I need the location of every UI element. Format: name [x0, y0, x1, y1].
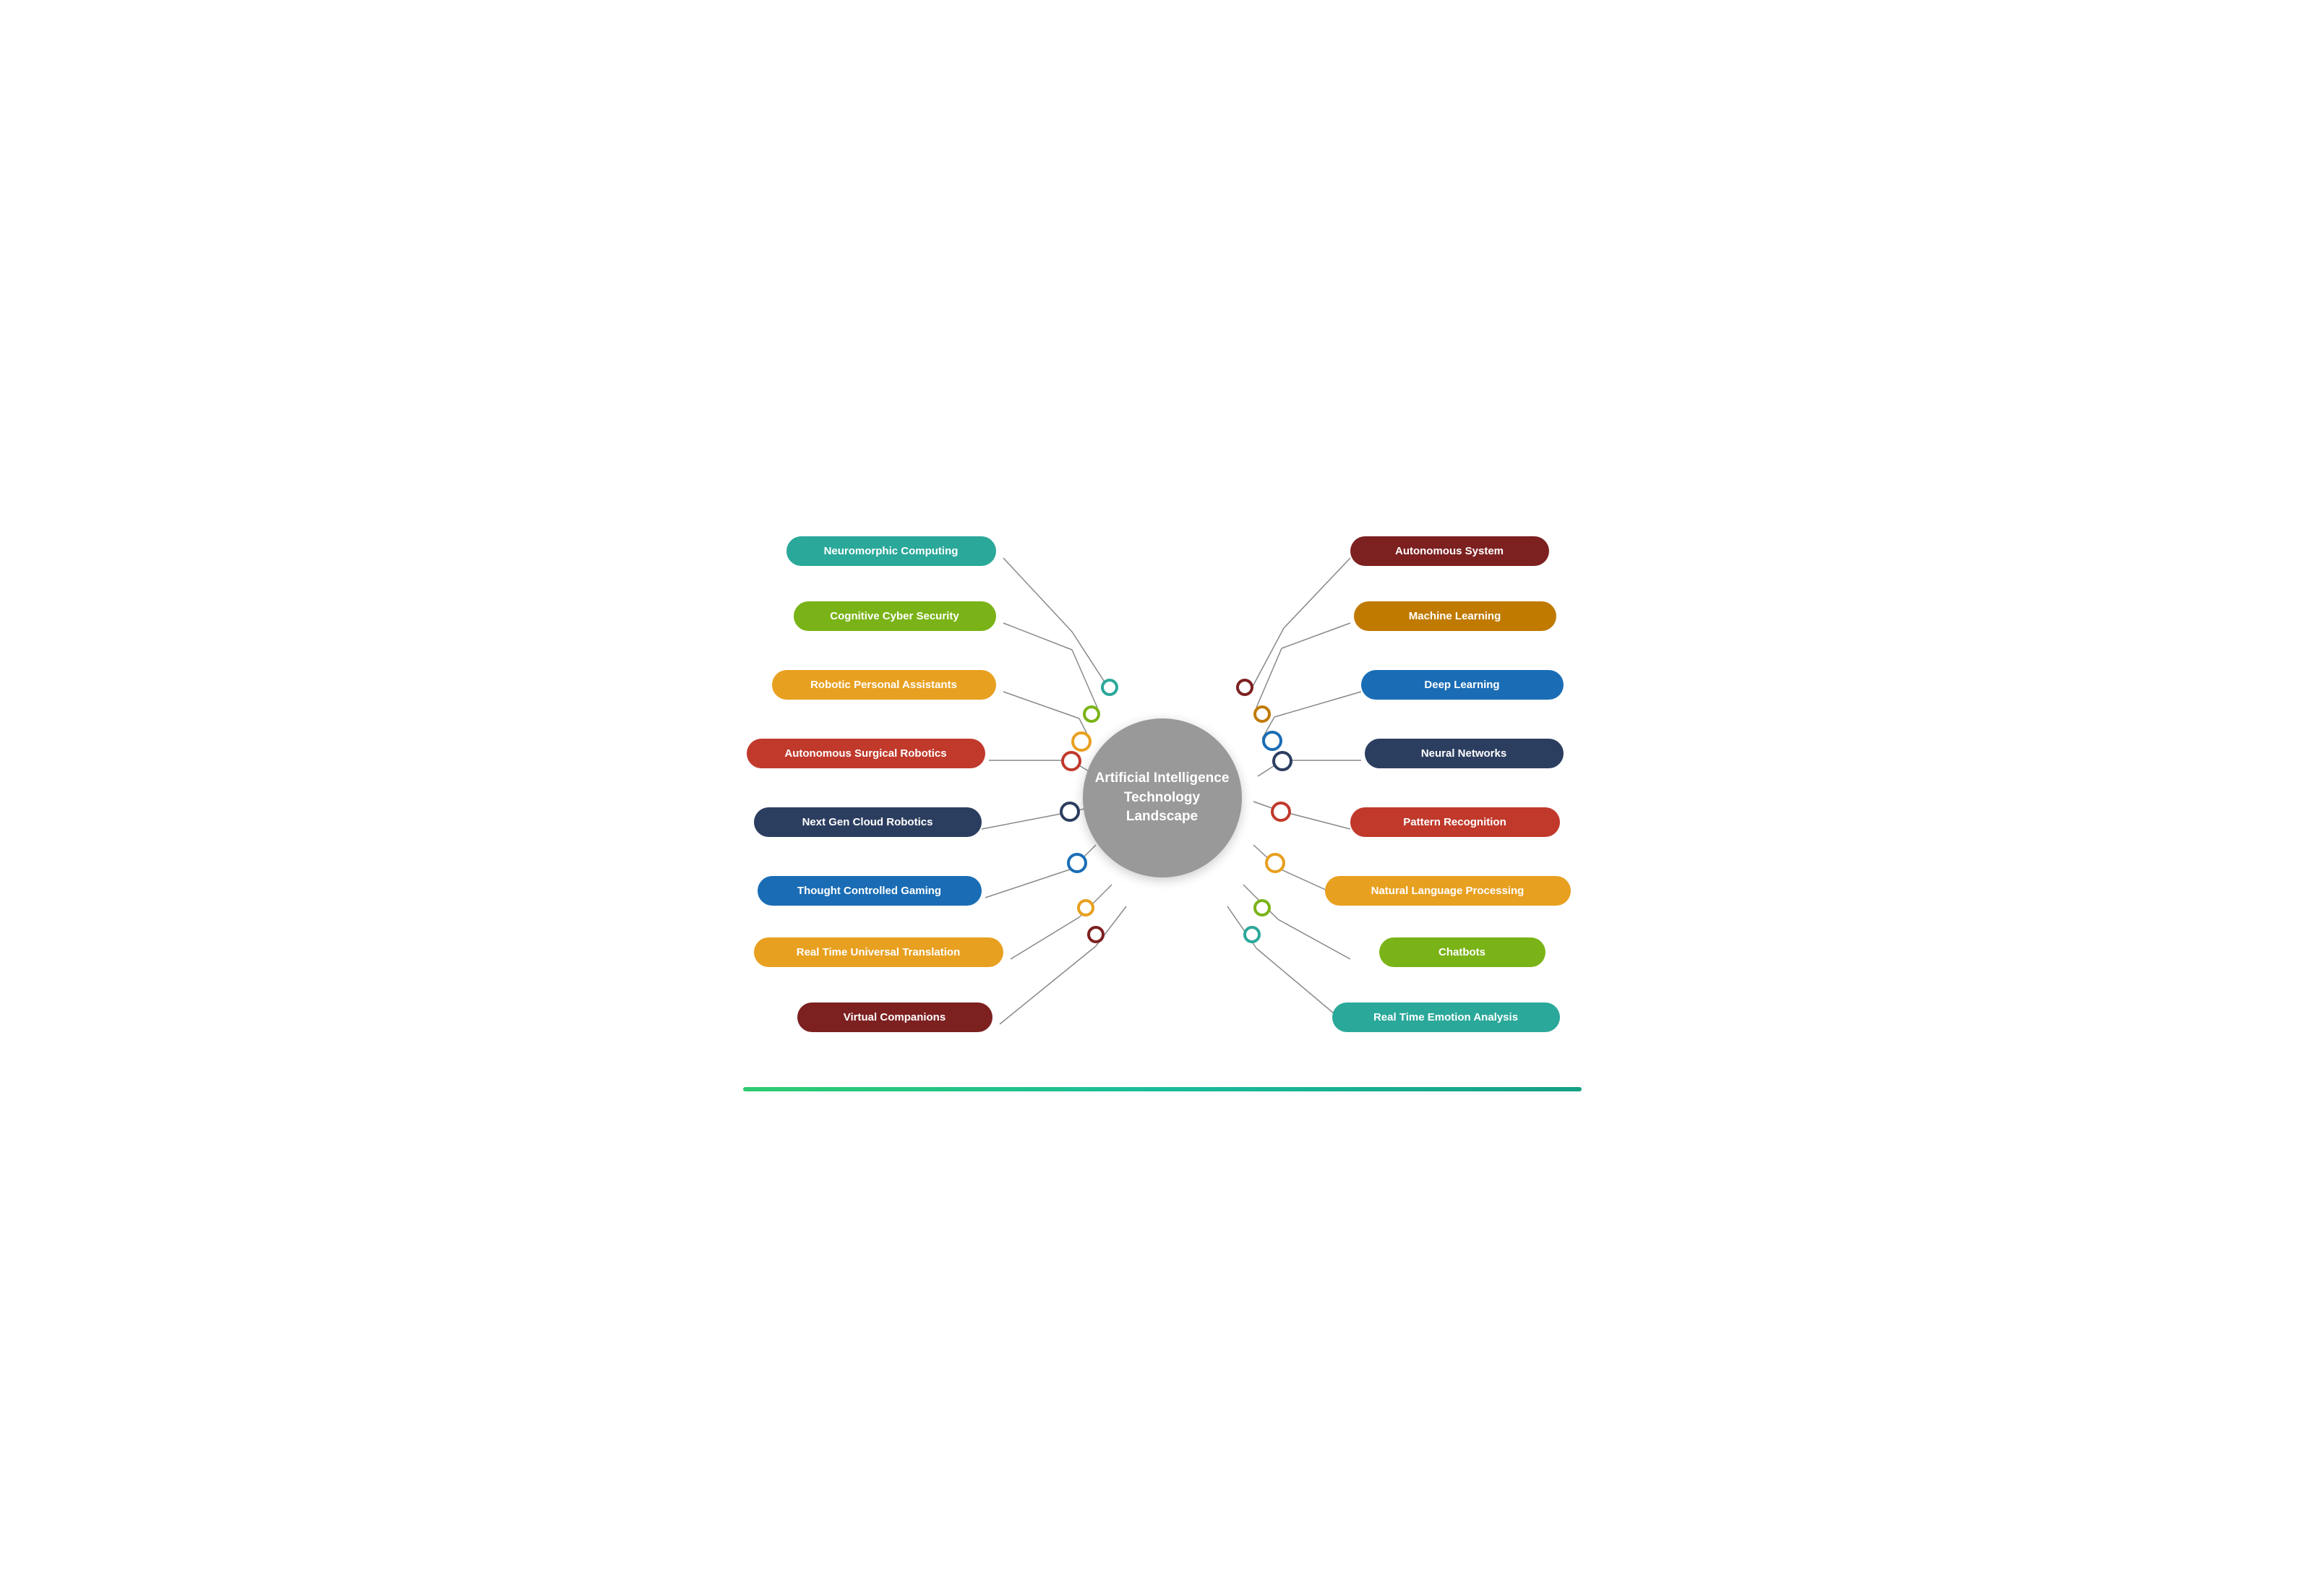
connector-orange2-left — [1077, 899, 1094, 916]
connector-orange-left — [1071, 731, 1092, 752]
node-autonomous: Autonomous System — [1350, 536, 1549, 566]
connector-darkred-left — [1087, 926, 1105, 943]
node-gaming: Thought Controlled Gaming — [758, 876, 982, 906]
node-virtual: Virtual Companions — [797, 1002, 992, 1032]
connector-red-left — [1061, 751, 1081, 771]
node-cloud-robotics: Next Gen Cloud Robotics — [754, 807, 982, 837]
connector-darkblue-right — [1272, 751, 1292, 771]
node-pattern: Pattern Recognition — [1350, 807, 1560, 837]
connector-amber-right — [1253, 705, 1271, 723]
connector-orange-right — [1265, 853, 1285, 873]
connector-darkred-right — [1236, 679, 1253, 696]
node-neural: Neural Networks — [1365, 739, 1564, 768]
node-surgical: Autonomous Surgical Robotics — [747, 739, 985, 768]
connector-teal-right — [1243, 926, 1261, 943]
connector-green-left — [1083, 705, 1100, 723]
node-cognitive: Cognitive Cyber Security — [794, 601, 996, 631]
node-nlp: Natural Language Processing — [1325, 876, 1571, 906]
page-wrapper: Neuromorphic Computing Cognitive Cyber S… — [729, 487, 1596, 1106]
node-translation: Real Time Universal Translation — [754, 937, 1003, 967]
connector-teal-top — [1101, 679, 1118, 696]
node-ml: Machine Learning — [1354, 601, 1556, 631]
connector-darkblue-left — [1060, 802, 1080, 822]
node-neuromorphic: Neuromorphic Computing — [786, 536, 996, 566]
bottom-bar — [743, 1087, 1582, 1091]
center-text: Artificial Intelligence Technology Lands… — [1095, 769, 1230, 827]
node-deep: Deep Learning — [1361, 670, 1564, 700]
connector-green-right — [1253, 899, 1271, 916]
node-robotic-pa: Robotic Personal Assistants — [772, 670, 996, 700]
center-circle: Artificial Intelligence Technology Lands… — [1083, 718, 1242, 877]
connector-blue-right — [1262, 731, 1282, 751]
connector-red-right — [1271, 802, 1291, 822]
connector-blue-left — [1067, 853, 1087, 873]
node-emotion: Real Time Emotion Analysis — [1332, 1002, 1560, 1032]
node-chatbots: Chatbots — [1379, 937, 1545, 967]
diagram: Neuromorphic Computing Cognitive Cyber S… — [743, 516, 1582, 1080]
